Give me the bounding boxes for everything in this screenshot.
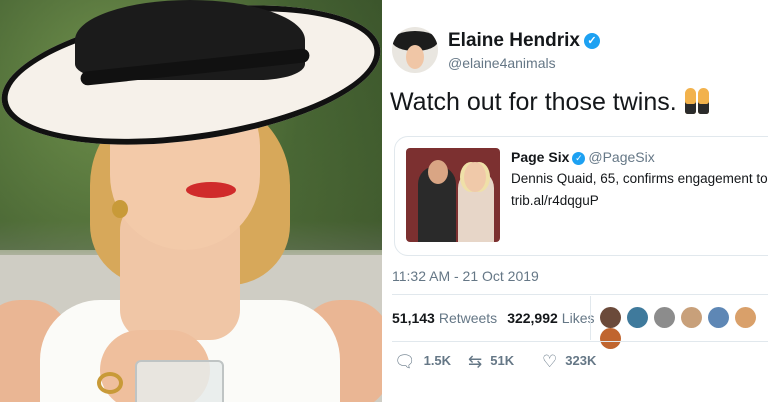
like-action-count: 323K bbox=[565, 353, 597, 368]
reply-icon: 🗨 bbox=[394, 352, 416, 371]
dancers-emoji-icon bbox=[684, 88, 711, 121]
verified-check-icon: ✓ bbox=[584, 33, 600, 49]
retweet-button[interactable]: ⇆ 51K bbox=[468, 352, 514, 372]
reply-button[interactable]: 🗨 1.5K bbox=[394, 352, 451, 372]
heart-icon: ♡ bbox=[542, 352, 558, 371]
reply-count: 1.5K bbox=[423, 353, 452, 368]
divider bbox=[392, 341, 768, 342]
tweet-card: Elaine Hendrix ✓ @elaine4animals Watch ou… bbox=[382, 0, 768, 402]
author-name[interactable]: Elaine Hendrix bbox=[448, 30, 580, 51]
photo-ring bbox=[97, 372, 123, 394]
retweet-action-count: 51K bbox=[490, 353, 515, 368]
quoted-body: Dennis Quaid, 65, confirms engagement to… bbox=[511, 171, 768, 186]
likers-avatars bbox=[600, 307, 768, 349]
tweet-timestamp[interactable]: 11:32 AM - 21 Oct 2019 bbox=[392, 268, 539, 284]
liker-avatar[interactable] bbox=[735, 307, 756, 328]
liker-avatar[interactable] bbox=[600, 328, 621, 349]
photo-earring bbox=[112, 200, 128, 218]
likes-count: 322,992 bbox=[507, 310, 558, 326]
liker-avatar[interactable] bbox=[708, 307, 729, 328]
photo-glass bbox=[135, 360, 224, 402]
quoted-tweet-card[interactable]: Page Six ✓ @PageSix Dennis Quaid, 65, conf… bbox=[394, 136, 768, 256]
liker-avatar[interactable] bbox=[681, 307, 702, 328]
tweet-text: Watch out for those twins. bbox=[390, 88, 677, 116]
author-avatar[interactable] bbox=[392, 27, 438, 73]
photo-lips bbox=[186, 182, 236, 198]
retweets-label: Retweets bbox=[438, 310, 498, 326]
author-name-row[interactable]: Elaine Hendrix ✓ bbox=[448, 30, 600, 52]
divider bbox=[392, 294, 768, 295]
tweet-text-row: Watch out for those twins. bbox=[390, 88, 711, 121]
retweet-icon: ⇆ bbox=[468, 352, 483, 371]
quoted-tweet-image[interactable] bbox=[406, 148, 500, 242]
tweet-stats: 51,143 Retweets 322,992 Likes bbox=[392, 310, 594, 326]
stats-separator bbox=[590, 296, 591, 340]
quoted-source-handle[interactable]: @PageSix bbox=[588, 149, 654, 165]
author-handle[interactable]: @elaine4animals bbox=[448, 55, 556, 71]
retweets-stat[interactable]: 51,143 Retweets bbox=[392, 310, 497, 326]
quoted-link[interactable]: trib.al/r4dqguP bbox=[511, 193, 599, 208]
like-button[interactable]: ♡ 323K bbox=[542, 352, 596, 372]
quoted-source[interactable]: Page Six ✓ @PageSix bbox=[511, 149, 655, 165]
avatar-face bbox=[406, 45, 424, 69]
likes-stat[interactable]: 322,992 Likes bbox=[507, 310, 594, 326]
image-face-left bbox=[428, 160, 448, 184]
liker-avatar[interactable] bbox=[600, 307, 621, 328]
woman-photo bbox=[0, 0, 382, 402]
quoted-source-name[interactable]: Page Six bbox=[511, 149, 569, 165]
liker-avatar[interactable] bbox=[627, 307, 648, 328]
retweets-count: 51,143 bbox=[392, 310, 435, 326]
liker-avatar[interactable] bbox=[654, 307, 675, 328]
verified-check-icon: ✓ bbox=[572, 152, 586, 165]
image-face-right bbox=[464, 162, 486, 192]
